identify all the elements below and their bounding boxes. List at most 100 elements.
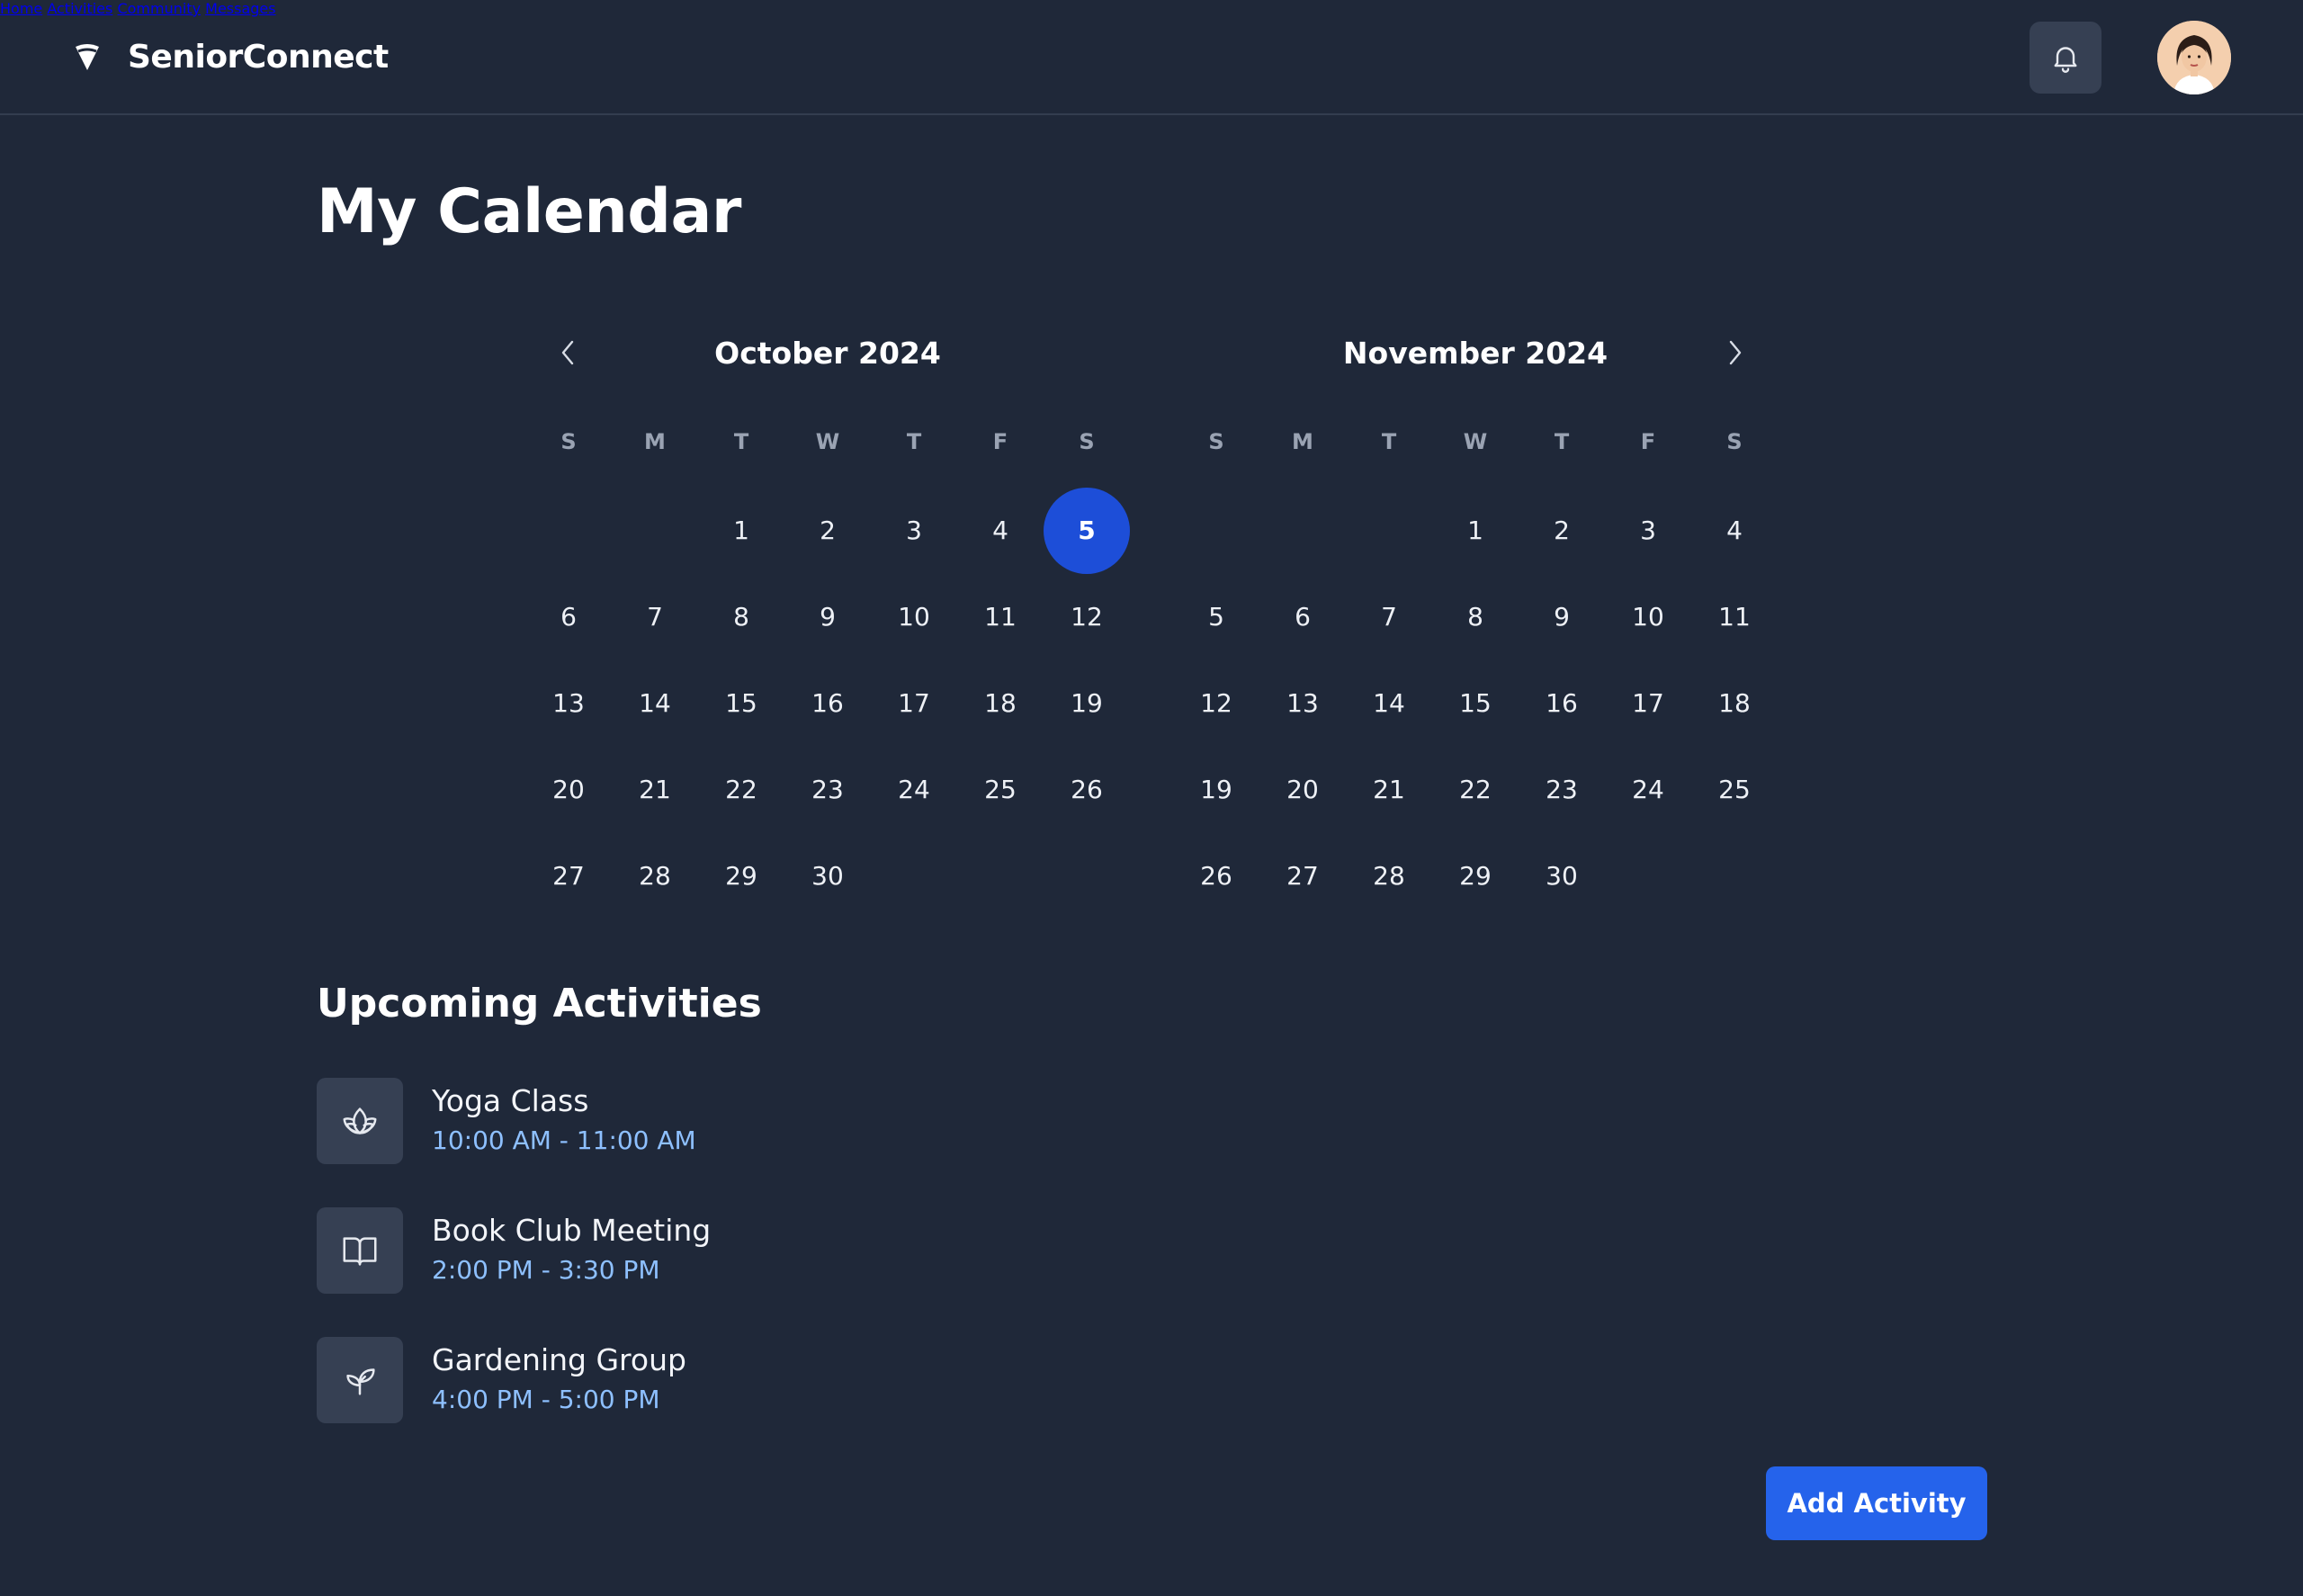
user-avatar[interactable] <box>2157 21 2231 94</box>
next-month-button[interactable] <box>1716 335 1752 371</box>
calendar-day[interactable]: 18 <box>1691 660 1778 747</box>
weekday-header: F <box>992 429 1008 454</box>
calendar-day[interactable]: 4 <box>1691 488 1778 574</box>
month-title: November 2024 <box>1342 336 1609 371</box>
brand-name: SeniorConnect <box>128 38 389 76</box>
calendar-day[interactable]: 7 <box>612 574 698 660</box>
weekday-header: F <box>1640 429 1656 454</box>
upcoming-activities-title: Upcoming Activities <box>317 981 762 1027</box>
calendar-day[interactable]: 3 <box>1605 488 1691 574</box>
activity-icon <box>317 1207 403 1294</box>
calendar-day[interactable]: 28 <box>1346 833 1432 919</box>
calendar-day[interactable]: 15 <box>1432 660 1519 747</box>
calendar-day[interactable]: 10 <box>871 574 957 660</box>
calendar-day[interactable]: 23 <box>784 747 871 833</box>
chevron-right-icon <box>1729 340 1742 365</box>
weekday-header: S <box>1726 429 1743 454</box>
calendar-day[interactable]: 2 <box>784 488 871 574</box>
calendar-day[interactable]: 14 <box>612 660 698 747</box>
calendar-day[interactable]: 30 <box>784 833 871 919</box>
activity-time: 4:00 PM - 5:00 PM <box>432 1385 660 1414</box>
sprout-icon <box>346 1368 375 1395</box>
calendar-day[interactable]: 3 <box>871 488 957 574</box>
calendar-day[interactable]: 30 <box>1519 833 1605 919</box>
calendar-day[interactable]: 14 <box>1346 660 1432 747</box>
calendar-day[interactable]: 6 <box>1259 574 1346 660</box>
calendar-day[interactable]: 8 <box>1432 574 1519 660</box>
top-navigation-bar: SeniorConnect Home Activities Community … <box>0 0 2303 115</box>
calendar-day[interactable]: 7 <box>1346 574 1432 660</box>
activity-title: Book Club Meeting <box>432 1213 712 1248</box>
calendar-day[interactable]: 15 <box>698 660 784 747</box>
calendar-day[interactable]: 12 <box>1044 574 1130 660</box>
calendar-day[interactable]: 17 <box>1605 660 1691 747</box>
calendar-day[interactable]: 24 <box>871 747 957 833</box>
page-title: My Calendar <box>317 176 741 247</box>
calendar-day[interactable]: 19 <box>1173 747 1259 833</box>
activity-title: Gardening Group <box>432 1342 686 1377</box>
lotus-icon <box>343 1107 377 1134</box>
weekday-header: T <box>1554 429 1570 454</box>
calendar-day[interactable]: 29 <box>698 833 784 919</box>
activity-time: 2:00 PM - 3:30 PM <box>432 1255 660 1285</box>
month-title: October 2024 <box>714 336 941 371</box>
weekday-header: T <box>733 429 749 454</box>
calendar-day[interactable]: 28 <box>612 833 698 919</box>
calendar-day[interactable]: 22 <box>1432 747 1519 833</box>
weekday-header: M <box>1292 429 1313 454</box>
calendar-day[interactable]: 25 <box>1691 747 1778 833</box>
calendar-day[interactable]: 16 <box>1519 660 1605 747</box>
calendar-day[interactable]: 6 <box>525 574 612 660</box>
calendar-day[interactable]: 11 <box>1691 574 1778 660</box>
calendar-day[interactable]: 16 <box>784 660 871 747</box>
calendar-day[interactable]: 22 <box>698 747 784 833</box>
logo-icon <box>76 44 99 70</box>
calendar-day[interactable]: 29 <box>1432 833 1519 919</box>
chevron-left-icon <box>561 340 574 365</box>
calendar-day[interactable]: 9 <box>784 574 871 660</box>
calendar-day[interactable]: 2 <box>1519 488 1605 574</box>
calendar-day[interactable]: 1 <box>1432 488 1519 574</box>
calendar-day[interactable]: 5 <box>1173 574 1259 660</box>
calendar-day[interactable]: 20 <box>525 747 612 833</box>
weekday-header: W <box>1463 429 1488 454</box>
calendar-day[interactable]: 1 <box>698 488 784 574</box>
calendar-day[interactable]: 11 <box>957 574 1044 660</box>
calendar-day[interactable]: 13 <box>525 660 612 747</box>
calendar-day[interactable]: 21 <box>1346 747 1432 833</box>
previous-month-button[interactable] <box>551 335 587 371</box>
calendar-day[interactable]: 26 <box>1173 833 1259 919</box>
calendar-day[interactable]: 21 <box>612 747 698 833</box>
calendar-day[interactable]: 10 <box>1605 574 1691 660</box>
calendar-day[interactable]: 4 <box>957 488 1044 574</box>
calendar-day[interactable]: 24 <box>1605 747 1691 833</box>
calendar-day[interactable]: 17 <box>871 660 957 747</box>
add-activity-button[interactable]: Add Activity <box>1766 1466 1987 1540</box>
calendar-day[interactable]: 13 <box>1259 660 1346 747</box>
activity-title: Yoga Class <box>432 1083 589 1118</box>
calendar-day[interactable]: 27 <box>1259 833 1346 919</box>
calendar-day[interactable]: 12 <box>1173 660 1259 747</box>
calendar-day[interactable]: 25 <box>957 747 1044 833</box>
weekday-header: T <box>1381 429 1397 454</box>
weekday-header: W <box>815 429 840 454</box>
calendar-day[interactable]: 23 <box>1519 747 1605 833</box>
activity-time: 10:00 AM - 11:00 AM <box>432 1125 696 1155</box>
calendar-day[interactable]: 20 <box>1259 747 1346 833</box>
calendar-day[interactable]: 8 <box>698 574 784 660</box>
notifications-button[interactable] <box>2030 22 2101 94</box>
calendar-day[interactable]: 19 <box>1044 660 1130 747</box>
bell-icon <box>2054 47 2077 73</box>
brand[interactable]: SeniorConnect <box>70 0 389 113</box>
calendar-day[interactable]: 9 <box>1519 574 1605 660</box>
weekday-header: S <box>560 429 577 454</box>
nav-home-link[interactable]: Home <box>0 0 42 17</box>
calendar-day[interactable]: 27 <box>525 833 612 919</box>
weekday-header: S <box>1208 429 1224 454</box>
activity-icon <box>317 1337 403 1423</box>
calendar-day[interactable]: 26 <box>1044 747 1130 833</box>
weekday-header: M <box>644 429 666 454</box>
weekday-header: T <box>906 429 922 454</box>
calendar-day-selected[interactable]: 5 <box>1044 488 1130 574</box>
calendar-day[interactable]: 18 <box>957 660 1044 747</box>
